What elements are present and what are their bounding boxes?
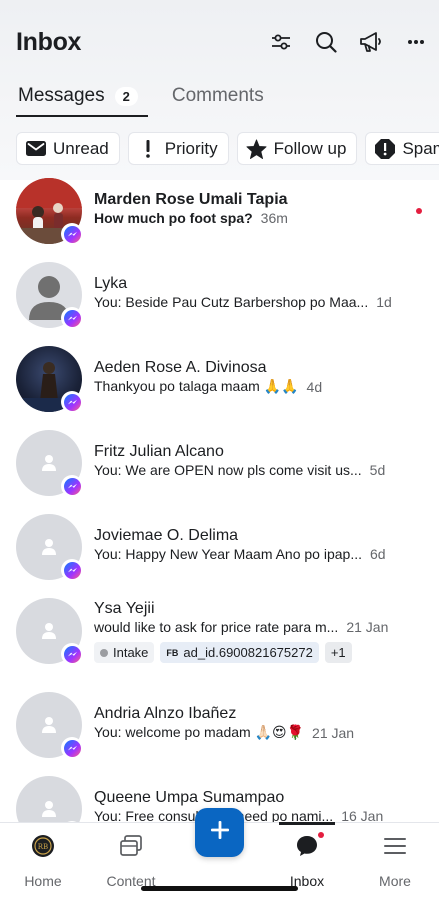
- create-button[interactable]: [195, 808, 244, 857]
- preview-text: You: Beside Pau Cutz Barbershop po Maa..…: [94, 294, 369, 310]
- preview-text: You: welcome po madam 🙏🏻😍🌹: [94, 724, 305, 740]
- filter-chip-unread[interactable]: Unread: [16, 132, 120, 165]
- tag-dot-icon: [100, 648, 108, 657]
- star-icon: [246, 138, 268, 160]
- preview-text: You: Happy New Year Maam Ano po ipap...: [94, 546, 362, 562]
- ad-id-tag[interactable]: FB ad_id.6900821675272: [160, 642, 319, 663]
- header-actions: [267, 29, 429, 56]
- conversation-row[interactable]: Andria Alnzo Ibañez You: welcome po mada…: [0, 692, 439, 776]
- conversation-name: Ysa Yejii: [94, 600, 155, 617]
- conversation-row[interactable]: Joviemae O. Delima You: Happy New Year M…: [0, 514, 439, 598]
- conversation-preview: You: Beside Pau Cutz Barbershop po Maa..…: [94, 294, 392, 310]
- conversation-row[interactable]: Marden Rose Umali Tapia How much po foot…: [0, 178, 439, 262]
- filter-sliders-icon[interactable]: [267, 29, 294, 56]
- nav-inbox[interactable]: Inbox: [272, 822, 342, 889]
- timestamp: 5d: [369, 462, 386, 478]
- tab-comments-label: Comments: [171, 85, 264, 106]
- conversation-preview: You: We are OPEN now pls come visit us..…: [94, 462, 385, 478]
- timestamp: 1d: [376, 294, 392, 310]
- timestamp: 21 Jan: [346, 619, 389, 635]
- conversation-row[interactable]: Lyka You: Beside Pau Cutz Barbershop po …: [0, 262, 439, 346]
- preview-text: would like to ask for price rate para m.…: [94, 619, 339, 635]
- avatar: [16, 776, 82, 822]
- messages-count-badge: 2: [114, 86, 138, 106]
- chat-bubble-icon: [272, 832, 342, 859]
- spam-alert-icon: [374, 138, 396, 160]
- timestamp: 4d: [306, 378, 323, 395]
- plus-icon: [210, 820, 230, 845]
- tab-messages-label: Messages: [18, 85, 105, 106]
- filter-chip-label: Spam: [402, 138, 439, 158]
- messenger-icon: [61, 307, 83, 329]
- conversation-preview: How much po foot spa? 36m: [94, 210, 288, 226]
- header: Inbox: [16, 22, 424, 62]
- page-title: Inbox: [16, 27, 82, 56]
- filter-chip-label: Priority: [164, 138, 218, 158]
- preview-text: Thankyou po talaga maam 🙏🙏: [94, 378, 299, 394]
- nav-active-indicator: [279, 822, 335, 825]
- conversation-row[interactable]: Aeden Rose A. Divinosa Thankyou po talag…: [0, 346, 439, 430]
- filter-chip-priority[interactable]: Priority: [127, 132, 229, 165]
- preview-text: How much po foot spa?: [94, 210, 253, 226]
- nav-home-label: Home: [24, 873, 62, 889]
- messenger-icon: [61, 391, 83, 413]
- filter-chip-spam[interactable]: Spam: [365, 132, 439, 165]
- nav-more-label: More: [379, 873, 411, 889]
- conversation-preview: You: Happy New Year Maam Ano po ipap... …: [94, 546, 386, 562]
- conversation-tags: Intake FB ad_id.6900821675272 +1: [94, 642, 352, 663]
- messenger-icon: [61, 643, 83, 665]
- megaphone-icon[interactable]: [357, 29, 384, 56]
- content-pages-icon: [96, 833, 166, 859]
- conversation-name: Fritz Julian Alcano: [94, 443, 224, 460]
- nav-home[interactable]: RB Home: [8, 833, 78, 889]
- conversation-name: Queene Umpa Sumampao: [94, 789, 285, 806]
- filter-chips: Unread Priority Follow up Spam: [16, 132, 439, 165]
- conversation-row[interactable]: Fritz Julian Alcano You: We are OPEN now…: [0, 430, 439, 514]
- conversation-name: Lyka: [94, 275, 128, 292]
- top-section: Inbox Messages 2 Comments Unread Priorit…: [0, 0, 439, 180]
- more-icon[interactable]: [402, 29, 429, 56]
- messenger-icon: [61, 223, 83, 245]
- tab-messages[interactable]: Messages 2: [16, 76, 148, 117]
- hamburger-menu-icon: [360, 833, 430, 859]
- timestamp: 36m: [260, 210, 288, 226]
- conversation-name: Aeden Rose A. Divinosa: [94, 359, 267, 376]
- conversation-preview: You: welcome po madam 🙏🏻😍🌹 21 Jan: [94, 724, 354, 741]
- nav-content[interactable]: Content: [96, 833, 166, 889]
- timestamp: 16 Jan: [341, 808, 384, 822]
- filter-chip-label: Follow up: [273, 138, 347, 158]
- ad-id-label: ad_id.6900821675272: [183, 645, 313, 660]
- unread-dot: [416, 208, 422, 214]
- timestamp: 6d: [370, 546, 386, 562]
- conversation-name: Joviemae O. Delima: [94, 527, 239, 544]
- home-indicator: [141, 886, 298, 891]
- messenger-icon: [61, 559, 83, 581]
- nav-more[interactable]: More: [360, 833, 430, 889]
- messenger-icon: [61, 737, 83, 759]
- filter-chip-follow-up[interactable]: Follow up: [236, 132, 358, 165]
- label-tag-intake[interactable]: Intake: [94, 642, 155, 663]
- default-avatar-icon: [16, 776, 82, 822]
- conversation-name: Marden Rose Umali Tapia: [94, 191, 288, 208]
- messenger-icon: [61, 475, 83, 497]
- envelope-icon: [25, 138, 47, 160]
- conversation-list: Marden Rose Umali Tapia How much po foot…: [0, 178, 439, 822]
- tag-label: Intake: [113, 645, 149, 660]
- inbox-tabs: Messages 2 Comments: [16, 76, 264, 117]
- svg-text:RB: RB: [38, 843, 48, 851]
- preview-text: You: We are OPEN now pls come visit us..…: [94, 462, 362, 478]
- exclamation-icon: [137, 138, 159, 160]
- conversation-preview: would like to ask for price rate para m.…: [94, 619, 388, 635]
- conversation-row[interactable]: Ysa Yejii would like to ask for price ra…: [0, 598, 439, 692]
- timestamp: 21 Jan: [312, 724, 355, 741]
- search-icon[interactable]: [312, 29, 339, 56]
- notification-dot: [318, 832, 324, 838]
- more-tags-count[interactable]: +1: [324, 642, 352, 663]
- tab-comments[interactable]: Comments: [172, 76, 264, 116]
- filter-chip-label: Unread: [53, 138, 109, 158]
- fb-ad-prefix: FB: [166, 647, 179, 658]
- conversation-name: Andria Alnzo Ibañez: [94, 705, 237, 722]
- conversation-preview: Thankyou po talaga maam 🙏🙏 4d: [94, 378, 322, 395]
- page-logo-icon: RB: [8, 833, 78, 859]
